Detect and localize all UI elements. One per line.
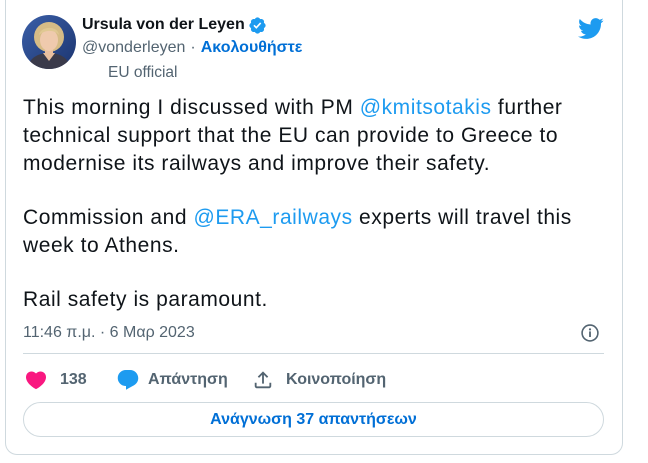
divider — [23, 353, 604, 354]
tweet-card: Ursula von der Leyen @vonderleyen · Ακολ… — [5, 0, 623, 455]
share-button[interactable]: Κοινοποίηση — [252, 368, 386, 392]
reply-label: Απάντηση — [148, 371, 228, 388]
tweet-paragraph: Commission and @ERA_railways experts wil… — [23, 204, 572, 260]
share-icon — [252, 369, 274, 391]
tweet-text-segment: further — [491, 96, 563, 119]
author-name-row: Ursula von der Leyen — [82, 15, 267, 35]
heart-icon — [24, 368, 48, 392]
author-name[interactable]: Ursula von der Leyen — [82, 15, 245, 35]
tweet-text: This morning I discussed with PM @kmitso… — [23, 94, 572, 340]
tweet-line: This morning I discussed with PM @kmitso… — [23, 94, 572, 122]
affiliation-label: EU official — [108, 64, 178, 81]
tweet-text-segment: This morning I discussed with PM — [23, 96, 360, 119]
tweet-text-segment: week to Athens. — [23, 234, 180, 257]
mention-link[interactable]: @kmitsotakis — [360, 96, 492, 119]
tweet-text-segment: modernise its railways and improve their… — [23, 152, 491, 175]
tweet-text-segment: Rail safety is paramount. — [23, 288, 268, 311]
avatar[interactable] — [22, 15, 76, 69]
affiliation-badge-icon — [82, 64, 104, 82]
tweet-paragraph: Rail safety is paramount. — [23, 286, 572, 314]
comment-icon — [116, 368, 140, 392]
tweet-timestamp[interactable]: 11:46 π.μ. · 6 Μαρ 2023 — [23, 323, 195, 343]
tweet-text-segment: Commission and — [23, 206, 194, 229]
tweet-paragraph: This morning I discussed with PM @kmitso… — [23, 94, 572, 178]
info-icon[interactable] — [581, 324, 599, 342]
verified-badge-icon — [245, 16, 267, 35]
author-handle[interactable]: @vonderleyen — [82, 38, 185, 58]
tweet-text-segment: technical support that the EU can provid… — [23, 124, 559, 147]
tweet-line: modernise its railways and improve their… — [23, 150, 572, 178]
mention-link[interactable]: @ERA_railways — [193, 206, 352, 229]
twitter-bird-icon[interactable] — [577, 15, 604, 42]
tweet-line: technical support that the EU can provid… — [23, 122, 572, 150]
tweet-line: week to Athens. — [23, 232, 572, 260]
share-label: Κοινοποίηση — [286, 371, 387, 388]
tweet-text-segment: experts will travel this — [352, 206, 572, 229]
tweet-line: Commission and @ERA_railways experts wil… — [23, 204, 572, 232]
separator: · — [190, 39, 196, 56]
author-handle-row: @vonderleyen · Ακολουθήστε — [82, 38, 302, 58]
tweet-line: Rail safety is paramount. — [23, 286, 572, 314]
affiliation-row: EU official — [82, 63, 178, 83]
like-count: 138 — [60, 371, 87, 388]
follow-link[interactable]: Ακολουθήστε — [201, 38, 303, 58]
reply-button[interactable]: Απάντηση — [116, 368, 228, 392]
read-replies-button[interactable]: Ανάγνωση 37 απαντήσεων — [23, 402, 604, 437]
like-button[interactable]: 138 — [24, 368, 87, 392]
